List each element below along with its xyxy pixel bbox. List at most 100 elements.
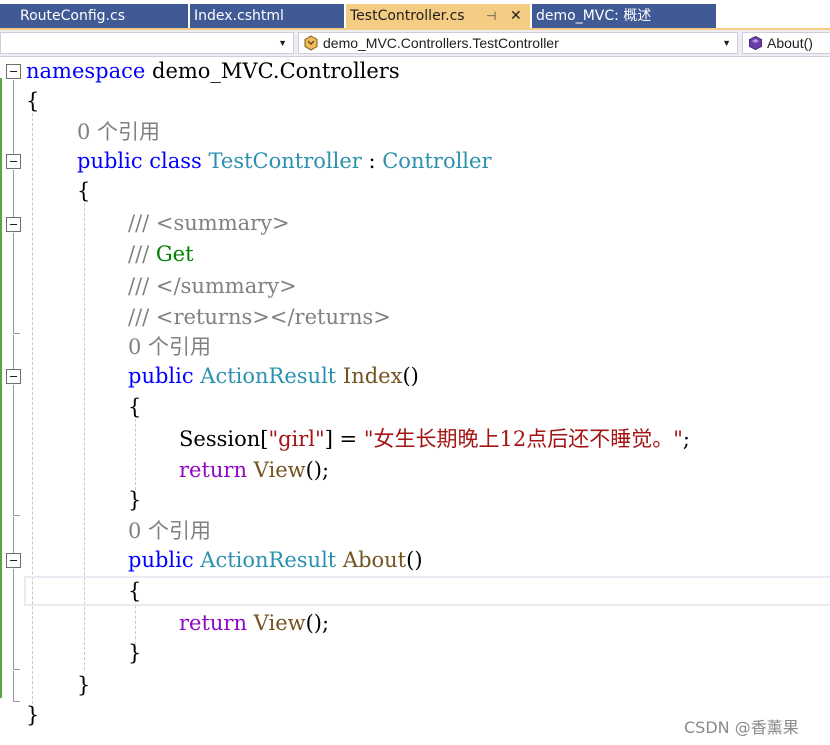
outline-end-tick (13, 333, 20, 334)
indent-guide (135, 414, 136, 490)
code-line-brace: } (77, 670, 90, 701)
keyword-namespace: namespace (26, 59, 146, 83)
project-dropdown[interactable]: ▼ (0, 32, 294, 54)
doc-tag: <summary> (155, 211, 290, 235)
outline-line (13, 517, 14, 553)
outline-line (13, 569, 14, 669)
reference-count: 0 个引用 (128, 335, 212, 359)
code-line-doc-get: /// Get (128, 239, 194, 270)
keyword-public: public (77, 149, 143, 173)
doc-slashes: /// (128, 242, 156, 266)
call-tail: (); (305, 611, 330, 635)
doc-slashes: /// (128, 211, 156, 235)
type-dropdown[interactable]: demo_MVC.Controllers.TestController ▼ (298, 32, 738, 54)
close-brace: } (77, 673, 91, 697)
collapse-class-icon[interactable] (6, 154, 21, 169)
class-name: TestController (208, 149, 362, 173)
outline-line (13, 671, 14, 701)
semicolon: ; (682, 427, 690, 451)
keyword-public: public (128, 548, 194, 572)
code-editor[interactable]: namespace demo_MVC.Controllers { 0 个引用 p… (0, 58, 830, 745)
doc-slashes: /// (128, 305, 156, 329)
method-name: Index (342, 364, 403, 388)
code-line-index-signature: public ActionResult Index() (128, 361, 419, 392)
outline-line (13, 233, 14, 333)
code-line-doc-returns: /// <returns></returns> (128, 302, 391, 333)
close-brace: } (128, 488, 142, 512)
codelens-references[interactable]: 0 个引用 (128, 332, 211, 363)
chevron-down-icon: ▼ (722, 38, 731, 48)
method-call: View (247, 458, 306, 482)
doc-tag: <returns></returns> (155, 305, 391, 329)
tab-label: Index.cshtml (194, 8, 284, 24)
code-line-return: return View(); (179, 608, 329, 639)
member-dropdown-value: About() (767, 35, 813, 51)
tab-label: demo_MVC: 概述 (536, 8, 652, 24)
tab-testcontroller[interactable]: TestController.cs ⊣ ✕ (346, 4, 530, 28)
collapse-namespace-icon[interactable] (6, 64, 21, 79)
outline-end-tick (13, 515, 20, 516)
outline-line (13, 80, 14, 154)
current-line-highlight (24, 576, 830, 606)
return-type: ActionResult (193, 364, 343, 388)
outline-end-tick (13, 701, 20, 702)
open-brace: { (26, 89, 40, 113)
collapse-doc-comment-icon[interactable] (6, 217, 21, 232)
method-name: About (342, 548, 407, 572)
codelens-references[interactable]: 0 个引用 (128, 516, 211, 547)
tab-routeconfig[interactable]: RouteConfig.cs (0, 4, 188, 28)
doc-text: Get (155, 242, 194, 266)
tab-label: RouteConfig.cs (20, 8, 125, 24)
call-tail: (); (305, 458, 330, 482)
tab-label: TestController.cs (350, 8, 465, 24)
colon: : (361, 149, 383, 173)
code-line-session: Session["girl"] = "女生长期晚上12点后还不睡觉。"; (179, 424, 690, 455)
code-line-return: return View(); (179, 455, 329, 486)
parens: () (402, 364, 419, 388)
doc-tag: </summary> (155, 274, 297, 298)
tab-project-overview[interactable]: demo_MVC: 概述 (532, 4, 716, 28)
chevron-down-icon: ▼ (278, 38, 287, 48)
code-line-brace: } (26, 700, 39, 731)
code-line-class: public class TestController : Controller (77, 146, 492, 177)
assign-operator: ] = (324, 427, 364, 451)
base-class: Controller (382, 149, 492, 173)
document-tab-strip: RouteConfig.cs Index.cshtml TestControll… (0, 0, 830, 30)
method-call: View (247, 611, 306, 635)
codelens-references[interactable]: 0 个引用 (77, 117, 160, 148)
outline-line (13, 385, 14, 515)
collapse-about-method-icon[interactable] (6, 553, 21, 568)
type-dropdown-value: demo_MVC.Controllers.TestController (323, 35, 559, 51)
pin-icon[interactable]: ⊣ (486, 4, 496, 28)
close-brace: } (128, 641, 142, 665)
collapse-index-method-icon[interactable] (6, 369, 21, 384)
code-line-doc-summary: /// <summary> (128, 208, 290, 239)
code-line-brace: { (128, 392, 141, 423)
keyword-return: return (179, 611, 247, 635)
string-value: "女生长期晚上12点后还不睡觉。" (363, 427, 683, 451)
outline-line (13, 335, 14, 369)
keyword-public: public (128, 364, 194, 388)
doc-slashes: /// (128, 274, 156, 298)
return-type: ActionResult (193, 548, 343, 572)
session-indexer: Session[ (179, 427, 269, 451)
class-icon (304, 35, 318, 51)
code-line-brace: } (128, 485, 141, 516)
code-line-brace: { (26, 86, 39, 117)
code-line-about-signature: public ActionResult About() (128, 545, 423, 576)
open-brace: { (128, 579, 142, 603)
open-brace: { (77, 179, 91, 203)
member-dropdown[interactable]: About() (742, 32, 830, 54)
navigation-bar: ▼ demo_MVC.Controllers.TestController ▼ … (0, 30, 830, 57)
close-icon[interactable]: ✕ (510, 4, 522, 28)
tab-index-cshtml[interactable]: Index.cshtml (190, 4, 344, 28)
keyword-return: return (179, 458, 247, 482)
code-line-brace: { (128, 576, 141, 607)
close-brace: } (26, 703, 40, 727)
code-line-doc-summary-close: /// </summary> (128, 271, 297, 302)
reference-count: 0 个引用 (128, 519, 212, 543)
outline-end-tick (13, 669, 20, 670)
watermark: CSDN @香薰果 (684, 718, 799, 737)
string-key: "girl" (268, 427, 325, 451)
keyword-class: class (142, 149, 209, 173)
